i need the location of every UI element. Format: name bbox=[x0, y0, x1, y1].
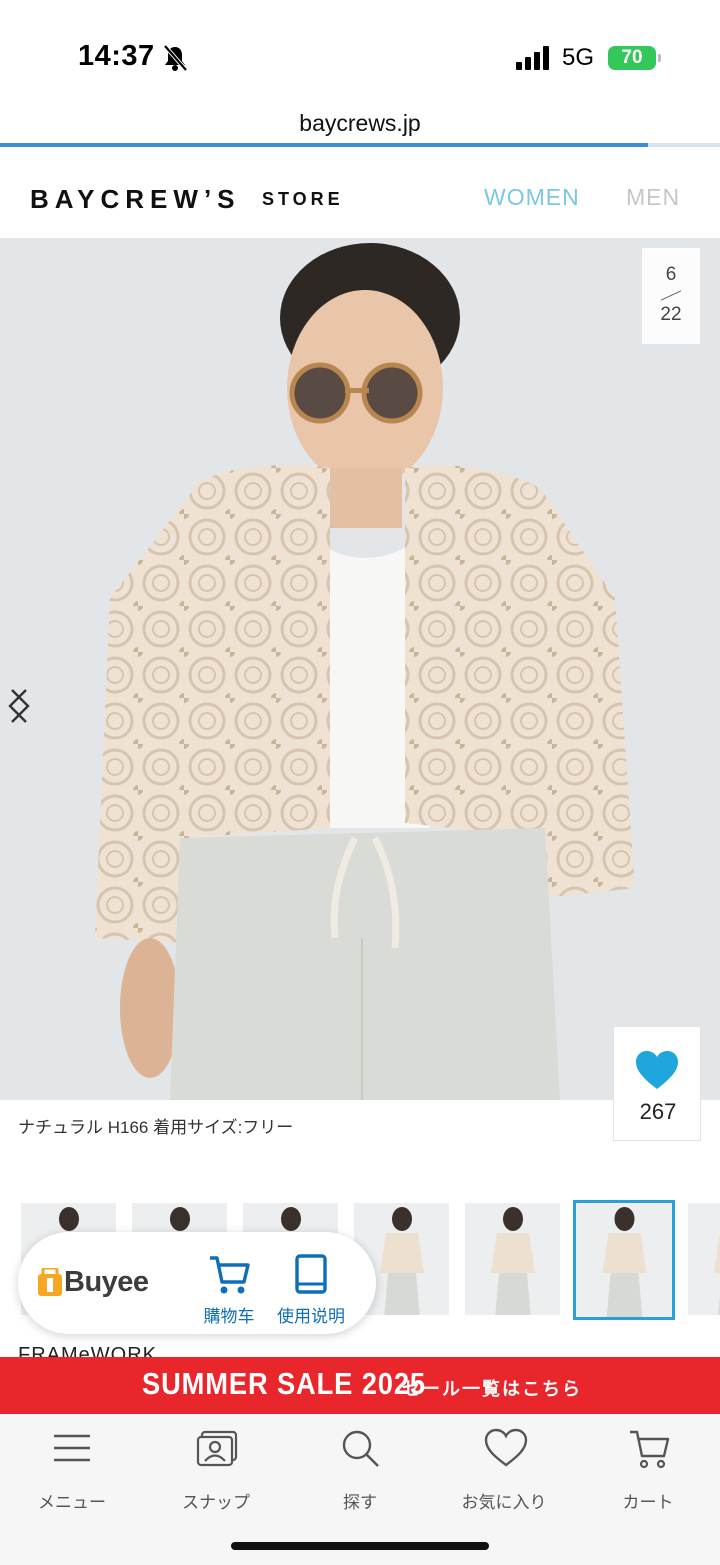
thumbnail[interactable] bbox=[573, 1200, 675, 1320]
signal-icon bbox=[516, 46, 549, 70]
buyee-cart-label: 購物车 bbox=[203, 1307, 255, 1326]
book-icon bbox=[295, 1254, 327, 1294]
image-counter: 6 22 bbox=[642, 248, 700, 344]
status-time: 14:37 bbox=[78, 40, 155, 72]
buyee-widget[interactable]: Buyee 購物车 使用说明 bbox=[18, 1232, 376, 1334]
thumbnail-image bbox=[465, 1203, 560, 1315]
page-load-progress bbox=[0, 143, 720, 147]
buyee-logo[interactable]: Buyee bbox=[64, 1266, 149, 1299]
bell-muted-icon bbox=[163, 44, 188, 72]
nav-item-favorites[interactable]: お気に入り bbox=[432, 1428, 576, 1518]
battery-level: 70 bbox=[621, 47, 643, 68]
product-photo bbox=[0, 238, 720, 1100]
image-counter-total: 22 bbox=[660, 304, 682, 325]
sale-banner[interactable]: SUMMER SALE 2025 セール一覧はこちら bbox=[0, 1357, 720, 1414]
favorite-count: 267 bbox=[639, 1099, 677, 1124]
sale-link[interactable]: セール一覧はこちら bbox=[402, 1375, 582, 1401]
page-load-progress-fill bbox=[0, 143, 648, 147]
thumbnail[interactable] bbox=[465, 1203, 560, 1315]
nav-women[interactable]: WOMEN bbox=[484, 184, 580, 211]
nav-label-favorites: お気に入り bbox=[461, 1493, 547, 1512]
site-logo-store[interactable]: STORE bbox=[262, 189, 344, 210]
nav-item-menu[interactable]: メニュー bbox=[0, 1428, 144, 1518]
image-counter-divider bbox=[660, 290, 682, 301]
nav-item-cart[interactable]: カート bbox=[576, 1428, 720, 1518]
buyee-logo-icon bbox=[38, 1268, 62, 1296]
site-header: BAYCREW’S STORE WOMEN MEN bbox=[0, 148, 720, 238]
snap-icon bbox=[196, 1430, 238, 1467]
chevron-right-icon[interactable] bbox=[0, 686, 40, 726]
url-text[interactable]: baycrews.jp bbox=[299, 110, 420, 137]
home-indicator bbox=[231, 1542, 489, 1550]
nav-label-snap: スナップ bbox=[182, 1493, 250, 1512]
heart-icon bbox=[484, 1428, 528, 1467]
product-image[interactable]: 6 22 bbox=[0, 238, 720, 1100]
favorite-button[interactable]: 267 bbox=[613, 1026, 701, 1141]
buyee-cart-button[interactable]: 購物车 bbox=[186, 1250, 272, 1326]
cart-icon bbox=[210, 1256, 250, 1294]
nav-men[interactable]: MEN bbox=[626, 184, 680, 211]
address-bar[interactable]: baycrews.jp bbox=[0, 100, 720, 148]
image-counter-current: 6 bbox=[665, 264, 677, 285]
heart-icon bbox=[636, 1051, 678, 1089]
network-label: 5G bbox=[562, 44, 595, 71]
sale-title: SUMMER SALE 2025 bbox=[142, 1366, 426, 1401]
status-bar: 14:37 5G 70 bbox=[0, 0, 720, 100]
nav-label-menu: メニュー bbox=[38, 1493, 106, 1512]
battery-indicator: 70 bbox=[608, 46, 661, 70]
search-icon bbox=[342, 1430, 379, 1467]
nav-label-cart: カート bbox=[622, 1493, 674, 1512]
menu-icon bbox=[54, 1434, 90, 1462]
buyee-guide-button[interactable]: 使用说明 bbox=[264, 1250, 358, 1326]
site-logo[interactable]: BAYCREW’S bbox=[30, 184, 241, 215]
nav-item-snap[interactable]: スナップ bbox=[144, 1428, 288, 1518]
thumbnail-image bbox=[688, 1203, 720, 1315]
cart-icon bbox=[630, 1430, 670, 1469]
buyee-guide-label: 使用说明 bbox=[277, 1307, 345, 1326]
thumbnail[interactable] bbox=[688, 1203, 720, 1315]
image-caption: ナチュラル H166 着用サイズ:フリー bbox=[18, 1118, 294, 1137]
thumbnail-image bbox=[576, 1203, 672, 1317]
nav-label-search: 探す bbox=[343, 1493, 377, 1512]
nav-item-search[interactable]: 探す bbox=[288, 1428, 432, 1518]
